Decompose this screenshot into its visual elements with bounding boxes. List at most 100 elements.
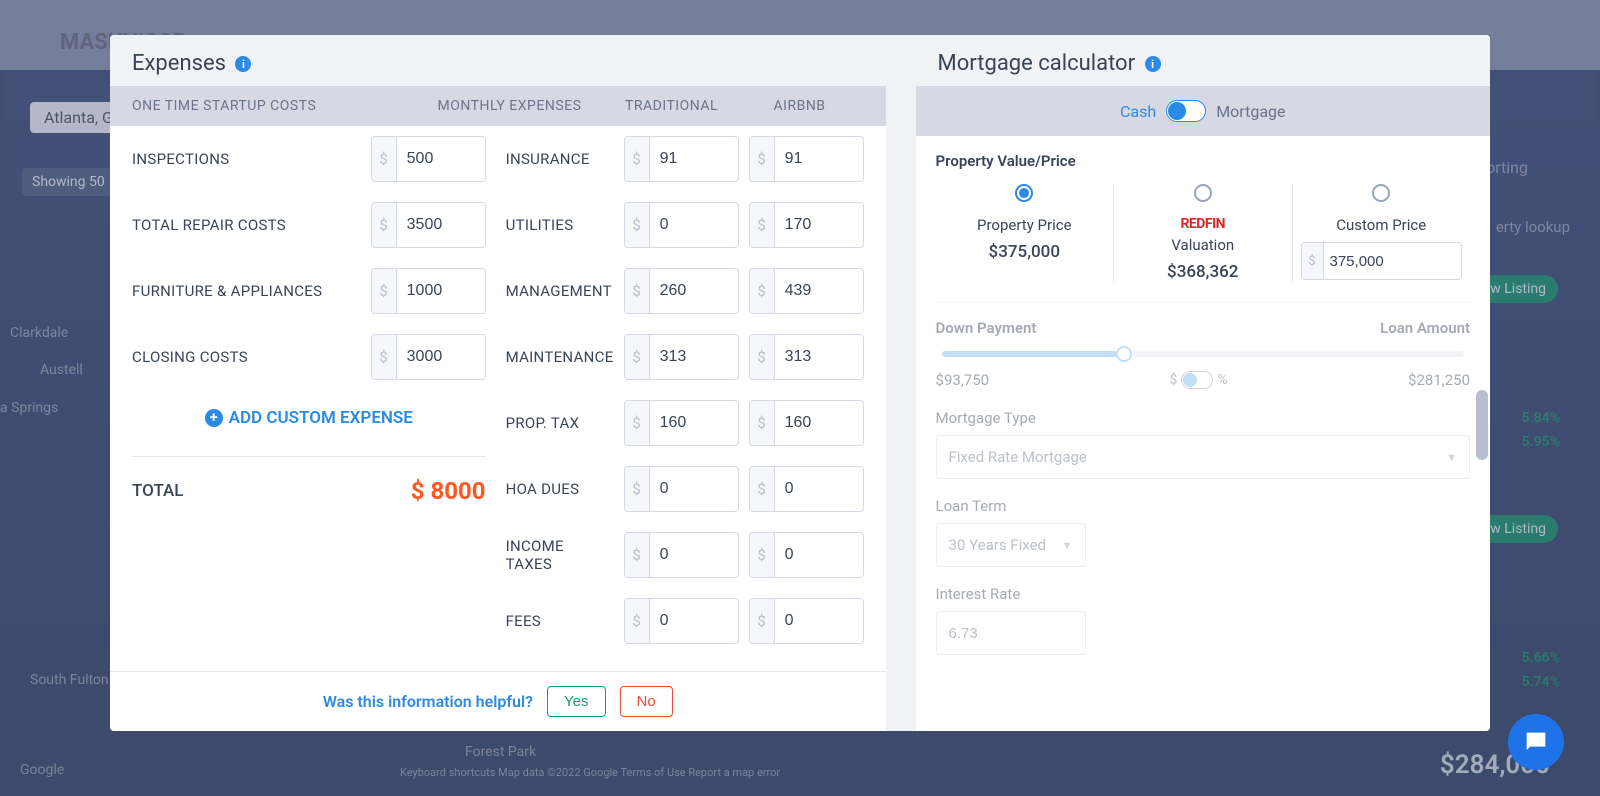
- money-input-traditional[interactable]: $: [624, 466, 739, 512]
- money-input-traditional[interactable]: $: [624, 136, 739, 182]
- slider-thumb[interactable]: [1116, 346, 1132, 362]
- money-input-traditional[interactable]: $: [624, 598, 739, 644]
- money-input-airbnb[interactable]: $: [749, 466, 864, 512]
- helpful-question: Was this information helpful?: [323, 692, 533, 711]
- cash-mortgage-switch[interactable]: [1166, 100, 1206, 122]
- dollar-icon: $: [625, 335, 650, 379]
- info-icon[interactable]: i: [235, 56, 251, 72]
- modal-scrollbar[interactable]: [1476, 390, 1488, 460]
- money-input-airbnb[interactable]: $: [749, 400, 864, 446]
- airbnb-input[interactable]: [775, 599, 863, 643]
- add-custom-label: ADD CUSTOM EXPENSE: [229, 408, 413, 428]
- loan-term-group: Loan Term 30 Years Fixed ▼: [936, 497, 1470, 567]
- airbnb-input[interactable]: [775, 467, 863, 511]
- repair-input[interactable]: [397, 203, 485, 247]
- money-input[interactable]: $: [371, 202, 486, 248]
- mortgage-type-select[interactable]: Fixed Rate Mortgage ▼: [936, 435, 1470, 479]
- helpful-bar: Was this information helpful? Yes No: [110, 671, 886, 731]
- add-custom-startup[interactable]: + ADD CUSTOM EXPENSE: [132, 390, 486, 446]
- exp-row-monthly: MAINTENANCE $ $: [506, 324, 864, 390]
- mortgage-type-group: Mortgage Type Fixed Rate Mortgage ▼: [936, 409, 1470, 479]
- money-input-traditional[interactable]: $: [624, 400, 739, 446]
- money-input-traditional[interactable]: $: [624, 532, 739, 578]
- bg-rate4: 5.74%: [1522, 674, 1560, 690]
- dollar-icon: $: [625, 137, 650, 181]
- mortgage-label[interactable]: Mortgage: [1216, 102, 1285, 121]
- money-input-traditional[interactable]: $: [624, 334, 739, 380]
- dp-value: $93,750: [936, 371, 990, 389]
- dollar-icon: $: [372, 335, 397, 379]
- dollar-icon: $: [750, 203, 775, 247]
- radio-property[interactable]: [1015, 184, 1033, 202]
- dollar-icon: $: [750, 269, 775, 313]
- traditional-input[interactable]: [650, 335, 738, 379]
- expense-modal: Expenses i ONE TIME STARTUP COSTS MONTHL…: [110, 35, 1490, 731]
- startup-total-row: TOTAL $ 8000: [132, 457, 486, 525]
- radio-custom[interactable]: [1372, 184, 1390, 202]
- custom-price-input[interactable]: $: [1301, 242, 1462, 280]
- furniture-input[interactable]: [397, 269, 485, 313]
- closing-input[interactable]: [397, 335, 485, 379]
- money-input[interactable]: $: [371, 334, 486, 380]
- airbnb-input[interactable]: [775, 203, 863, 247]
- airbnb-input[interactable]: [775, 335, 863, 379]
- dollar-icon: $: [750, 467, 775, 511]
- money-input-airbnb[interactable]: $: [749, 598, 864, 644]
- expenses-panel: Expenses i ONE TIME STARTUP COSTS MONTHL…: [110, 35, 886, 731]
- airbnb-input[interactable]: [775, 401, 863, 445]
- bg-listing2: w Listing: [1478, 515, 1558, 543]
- helpful-yes[interactable]: Yes: [547, 686, 605, 717]
- traditional-input[interactable]: [650, 467, 738, 511]
- money-input[interactable]: $: [371, 136, 486, 182]
- money-input-airbnb[interactable]: $: [749, 136, 864, 182]
- money-input-airbnb[interactable]: $: [749, 268, 864, 314]
- exp-row-monthly: UTILITIES $ $: [506, 192, 864, 258]
- helpful-no[interactable]: No: [620, 686, 673, 717]
- money-input-airbnb[interactable]: $: [749, 334, 864, 380]
- radio-redfin[interactable]: [1194, 184, 1212, 202]
- mini-switch[interactable]: [1181, 371, 1213, 389]
- cash-label[interactable]: Cash: [1120, 102, 1156, 121]
- airbnb-input[interactable]: [775, 533, 863, 577]
- traditional-input[interactable]: [650, 401, 738, 445]
- add-custom-monthly[interactable]: + ADD CUSTOM EXPENSE: [506, 654, 864, 671]
- money-input-airbnb[interactable]: $: [749, 202, 864, 248]
- chat-button[interactable]: [1508, 714, 1564, 770]
- dollar-icon: $: [625, 401, 650, 445]
- money-input-airbnb[interactable]: $: [749, 532, 864, 578]
- dp-slider[interactable]: [942, 351, 1464, 357]
- bg-rate3: 5.66%: [1522, 650, 1560, 666]
- dollar-pct-toggle[interactable]: $ %: [1169, 371, 1227, 389]
- inspections-input[interactable]: [397, 137, 485, 181]
- loan-term-select[interactable]: 30 Years Fixed ▼: [936, 523, 1086, 567]
- dollar-icon: $: [750, 533, 775, 577]
- info-icon[interactable]: i: [1145, 56, 1161, 72]
- total-label: TOTAL: [132, 481, 411, 501]
- exp-row-repair: TOTAL REPAIR COSTS $: [132, 192, 486, 258]
- price-opt-property[interactable]: Property Price $375,000: [936, 184, 1114, 282]
- traditional-input[interactable]: [650, 203, 738, 247]
- traditional-input[interactable]: [650, 269, 738, 313]
- interest-rate-input[interactable]: [936, 611, 1086, 655]
- money-input-traditional[interactable]: $: [624, 202, 739, 248]
- switch-knob: [1168, 102, 1186, 120]
- col-airbnb: AIRBNB: [736, 98, 864, 114]
- traditional-input[interactable]: [650, 533, 738, 577]
- price-opt-custom[interactable]: Custom Price $: [1293, 184, 1470, 282]
- money-input[interactable]: $: [371, 268, 486, 314]
- lt-label: Loan Term: [936, 497, 1470, 515]
- mortgage-body: Property Value/Price Property Price $375…: [916, 136, 1490, 731]
- money-input-traditional[interactable]: $: [624, 268, 739, 314]
- bg-attr: Keyboard shortcuts Map data ©2022 Google…: [400, 766, 780, 779]
- traditional-input[interactable]: [650, 599, 738, 643]
- mortgage-panel: Mortgage calculator i Cash Mortgage Prop…: [916, 35, 1490, 731]
- pp-val: $375,000: [944, 242, 1105, 262]
- price-opt-redfin[interactable]: REDFIN Valuation $368,362: [1114, 184, 1292, 282]
- col-monthly: MONTHLY EXPENSES: [438, 98, 608, 114]
- traditional-input[interactable]: [650, 137, 738, 181]
- airbnb-input[interactable]: [775, 137, 863, 181]
- exp-row-inspections: INSPECTIONS $: [132, 126, 486, 192]
- custom-price-field[interactable]: [1324, 243, 1404, 279]
- exp-label: UTILITIES: [506, 216, 614, 234]
- airbnb-input[interactable]: [775, 269, 863, 313]
